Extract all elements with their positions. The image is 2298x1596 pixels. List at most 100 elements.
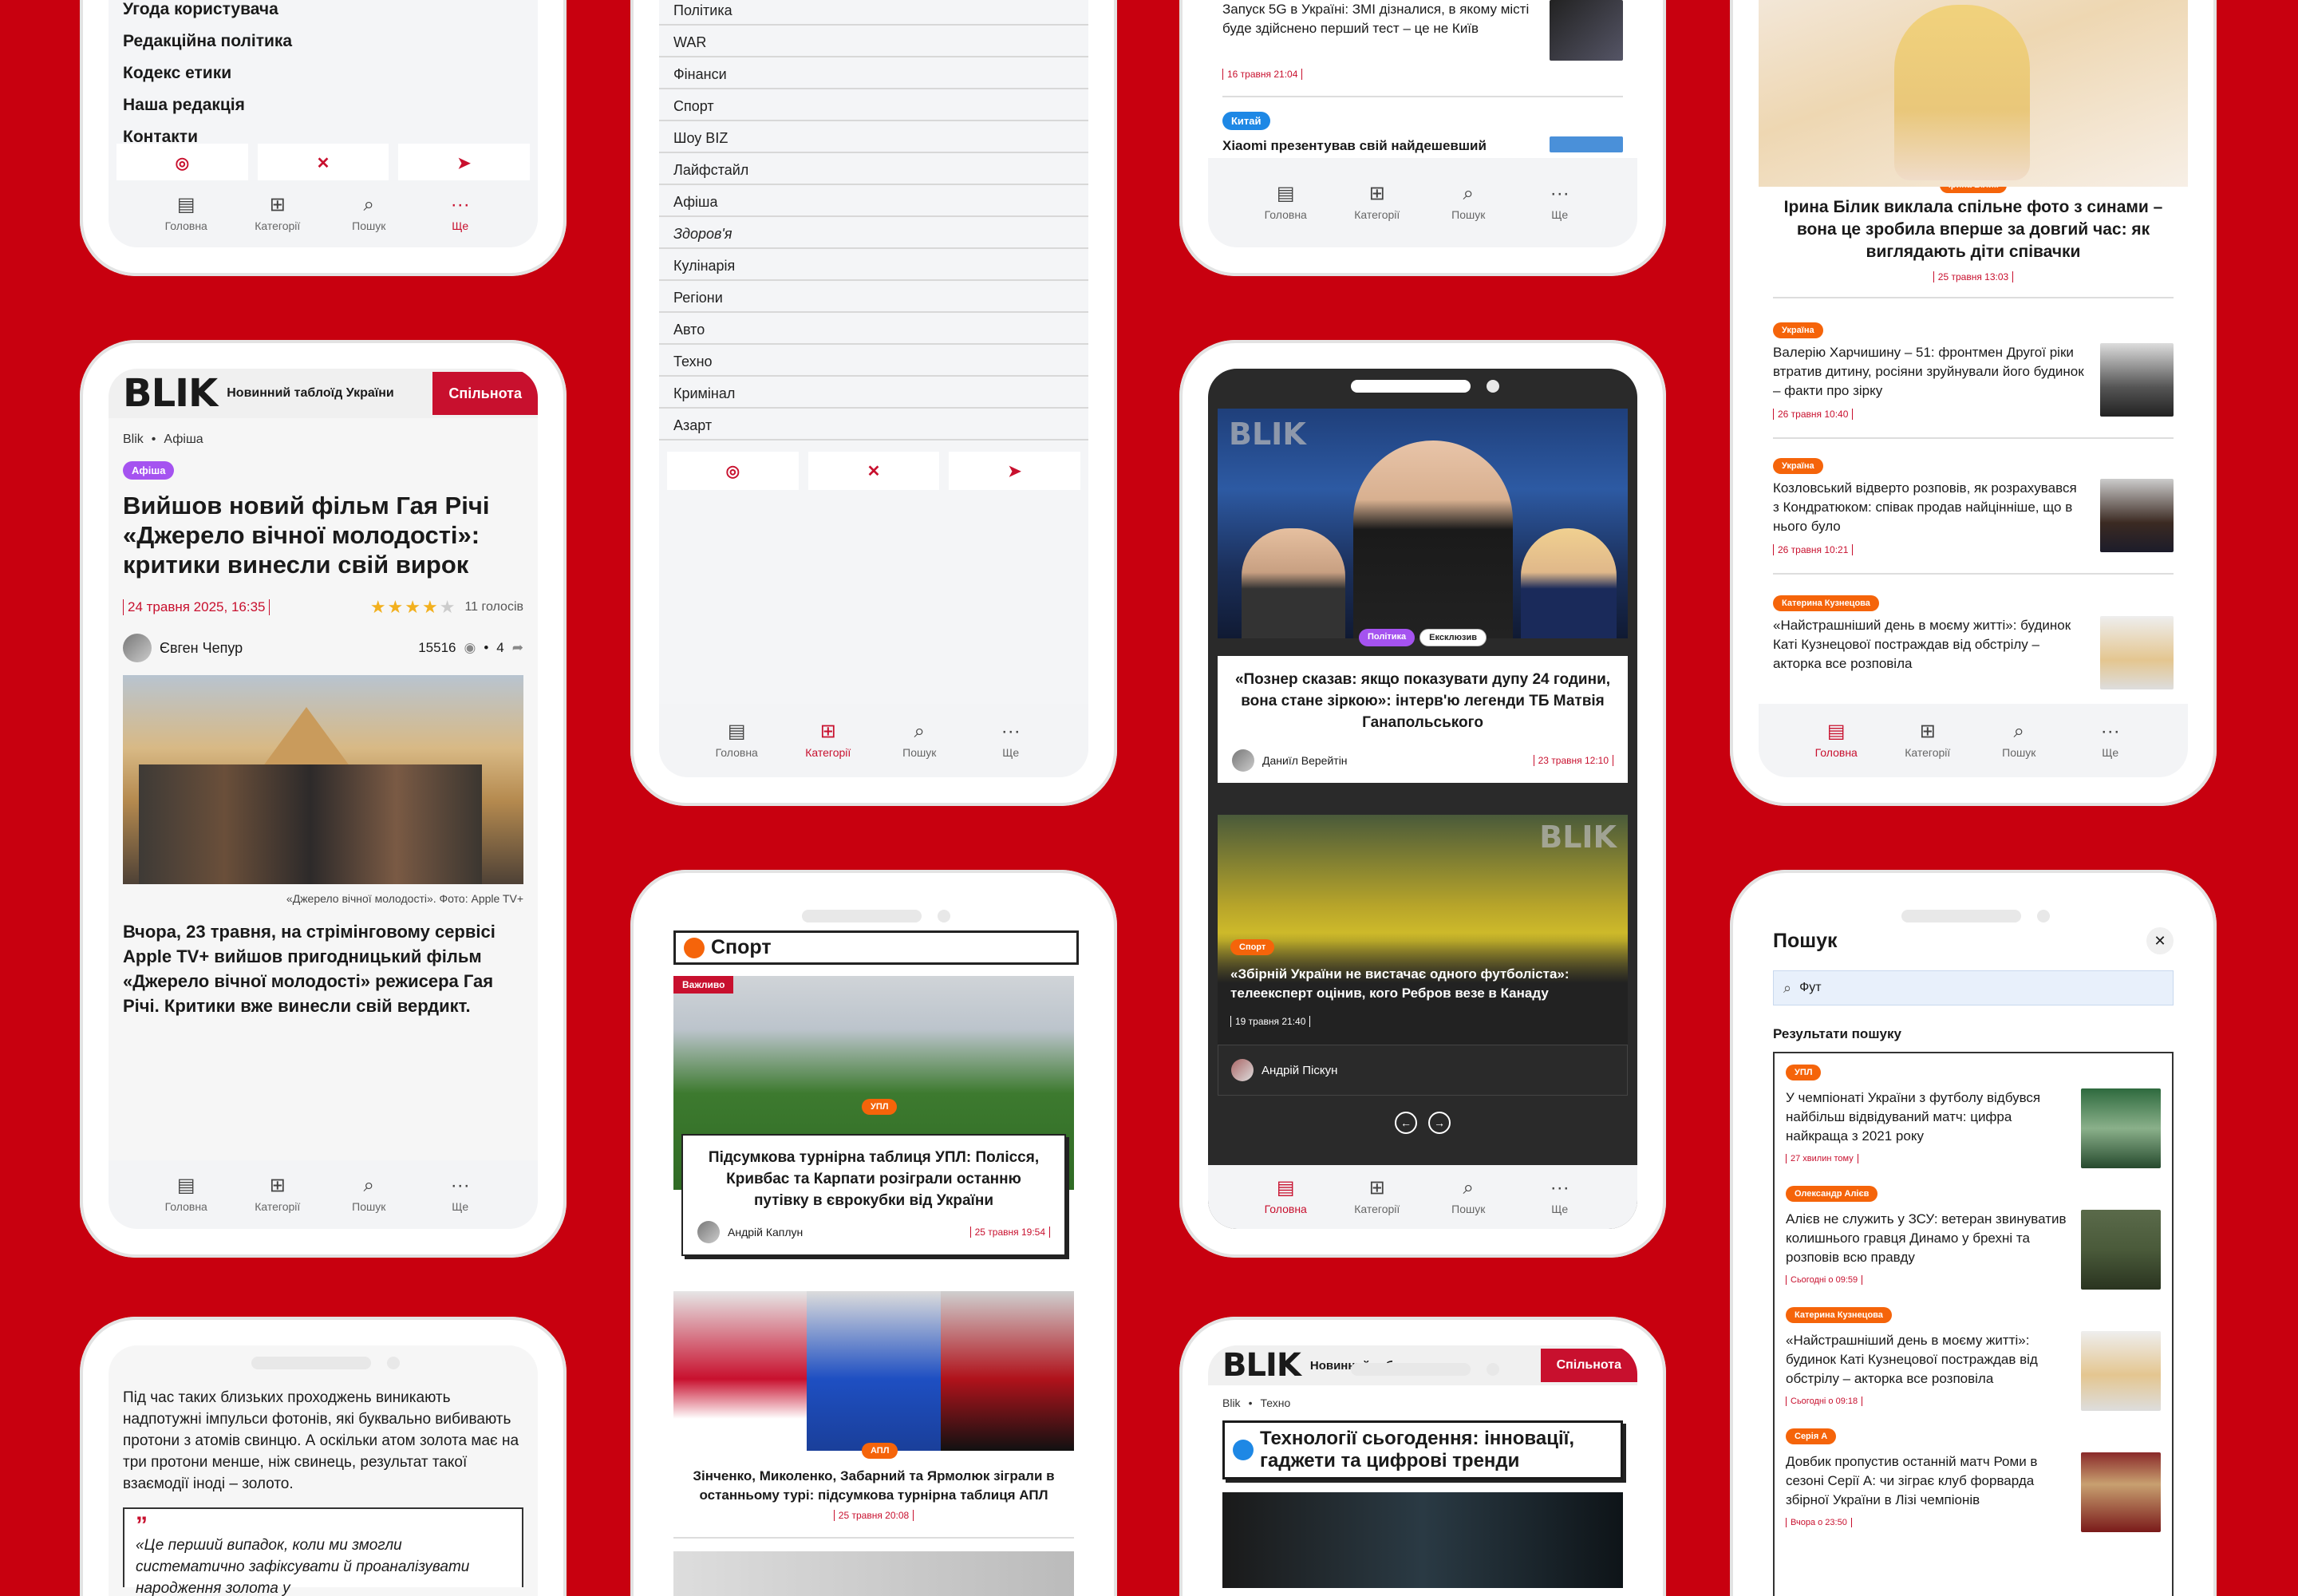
instagram-icon[interactable]: ◎ <box>116 144 248 182</box>
category-item[interactable]: Лайфстайл <box>659 153 1088 185</box>
tab-search[interactable]: ⌕ Пошук <box>1432 184 1504 222</box>
breadcrumb-section[interactable]: Афіша <box>164 433 203 446</box>
tab-more[interactable]: ··· Ще <box>1524 184 1596 222</box>
x-icon[interactable]: ✕ <box>807 452 940 490</box>
featured-card[interactable]: «Познер сказав: якщо показувати дупу 24 … <box>1218 656 1628 783</box>
tab-home[interactable]: ▤ Головна <box>701 722 772 760</box>
x-icon[interactable]: ✕ <box>257 144 389 182</box>
tab-search[interactable]: ⌕ Пошук <box>333 196 405 233</box>
telegram-icon[interactable]: ➤ <box>398 144 531 182</box>
tab-home[interactable]: ▤ Головна <box>1250 1179 1321 1216</box>
arrow-left-icon[interactable]: ← <box>1395 1112 1417 1134</box>
search-input[interactable]: ⌕ Фут <box>1773 970 2174 1005</box>
category-item[interactable]: Політика <box>659 0 1088 26</box>
tag-badge[interactable]: Катерина Кузнецова <box>1786 1307 1892 1323</box>
breadcrumb-section[interactable]: Техно <box>1260 1396 1290 1409</box>
list-item[interactable]: Xiaomi презентував свій найдешевший <box>1208 136 1637 155</box>
tab-search[interactable]: ⌕ Пошук <box>1983 722 2055 760</box>
tab-home[interactable]: ▤ Головна <box>1250 184 1321 222</box>
tab-categories[interactable]: ⊞ Категорії <box>1341 1179 1413 1216</box>
tab-search[interactable]: ⌕ Пошук <box>883 722 955 760</box>
breadcrumb-home[interactable]: Blik <box>1222 1396 1241 1409</box>
news-title[interactable]: Запуск 5G в Україні: ЗМІ дізналися, в як… <box>1222 0 1535 38</box>
tab-search[interactable]: ⌕ Пошук <box>333 1176 405 1214</box>
tab-more[interactable]: ··· Ще <box>2075 722 2146 760</box>
category-item[interactable]: Шоу BIZ <box>659 121 1088 153</box>
arrow-right-icon[interactable]: → <box>1428 1112 1451 1134</box>
star-rating-icon[interactable]: ★★★★★ <box>370 597 457 618</box>
tag-badge[interactable]: Україна <box>1773 322 1823 338</box>
tab-categories[interactable]: ⊞ Категорії <box>242 196 314 233</box>
breadcrumb-home[interactable]: Blik <box>123 433 144 446</box>
tab-more[interactable]: ··· Ще <box>975 722 1047 760</box>
tab-categories[interactable]: ⊞ Категорії <box>1341 184 1413 222</box>
category-item[interactable]: Регіони <box>659 281 1088 313</box>
tab-categories[interactable]: ⊞ Категорії <box>792 722 864 760</box>
tag-badge[interactable]: Серія А <box>1786 1428 1837 1444</box>
instagram-icon[interactable]: ◎ <box>667 452 799 490</box>
list-item[interactable]: Україна Валерію Харчишину – 51: фронтмен… <box>1759 298 2188 421</box>
result-title[interactable]: Довбик пропустив останній матч Роми в се… <box>1786 1452 2071 1510</box>
category-item[interactable]: Авто <box>659 313 1088 345</box>
news-title[interactable]: Валерію Харчишину – 51: фронтмен Другої … <box>1773 343 2086 401</box>
menu-item-terms[interactable]: Угода користувача <box>109 0 538 26</box>
tag-badge[interactable]: Катерина Кузнецова <box>1773 595 1879 611</box>
telegram-icon[interactable]: ➤ <box>949 452 1081 490</box>
tag-badge[interactable]: УПЛ <box>1786 1065 1822 1080</box>
result-title[interactable]: У чемпіонаті України з футболу відбувся … <box>1786 1088 2071 1146</box>
list-item[interactable]: Україна Козловський відверто розповів, я… <box>1759 439 2188 557</box>
result-title[interactable]: Алієв не служить у ЗСУ: ветеран звинуват… <box>1786 1210 2071 1267</box>
close-icon[interactable]: ✕ <box>2146 927 2174 954</box>
category-item[interactable]: Фінанси <box>659 57 1088 89</box>
list-item[interactable]: Олександр Алієв Алієв не служить у ЗСУ: … <box>1775 1168 2172 1290</box>
list-item[interactable]: Запуск 5G в Україні: ЗМІ дізналися, в як… <box>1208 0 1637 61</box>
news-title[interactable]: Зінченко, Миколенко, Забарний та Ярмолюк… <box>659 1451 1088 1508</box>
author[interactable]: Андрій Каплун <box>697 1221 803 1243</box>
tag-badge[interactable]: Ексклюзив <box>1419 629 1487 646</box>
tab-more[interactable]: ··· Ще <box>424 1176 496 1214</box>
tag-badge[interactable]: Китай <box>1222 112 1270 130</box>
tag-badge[interactable]: Олександр Алієв <box>1786 1186 1878 1202</box>
featured-card[interactable]: Підсумкова турнірна таблиця УПЛ: Полісся… <box>681 1134 1066 1256</box>
category-item[interactable]: Спорт <box>659 89 1088 121</box>
tag-badge[interactable]: Політика <box>1358 629 1416 646</box>
rating[interactable]: ★★★★★ 11 голосів <box>370 597 523 618</box>
sport-title[interactable]: «Збірній України не вистачає одного футб… <box>1230 965 1615 1003</box>
category-item[interactable]: WAR <box>659 26 1088 57</box>
site-logo[interactable]: BLIK <box>123 371 218 416</box>
community-button[interactable]: Спільнота <box>1540 1349 1637 1382</box>
news-title[interactable]: Козловський відверто розповів, як розрах… <box>1773 479 2086 536</box>
category-item[interactable]: Кулінарія <box>659 249 1088 281</box>
result-title[interactable]: «Найстрашніший день в моєму житті»: буди… <box>1786 1331 2071 1389</box>
menu-item-editorial-policy[interactable]: Редакційна політика <box>109 26 538 57</box>
hero-title[interactable]: Ірина Білик виклала спільне фото з синам… <box>1759 193 2188 267</box>
tag-badge[interactable]: Афіша <box>123 461 175 480</box>
tag-badge[interactable]: УПЛ <box>862 1099 898 1115</box>
tab-home[interactable]: ▤ Головна <box>150 196 222 233</box>
sport-card[interactable]: BLIK Спорт «Збірній України не вистачає … <box>1218 815 1628 1045</box>
list-item[interactable]: Серія А Довбик пропустив останній матч Р… <box>1775 1411 2172 1532</box>
category-item[interactable]: Азарт <box>659 409 1088 440</box>
tab-categories[interactable]: ⊞ Категорії <box>1892 722 1964 760</box>
share-icon[interactable]: ➦ <box>512 640 523 656</box>
category-item[interactable]: Здоров'я <box>659 217 1088 249</box>
author[interactable]: Даниїл Верейтін <box>1232 749 1348 772</box>
news-title[interactable]: «Найстрашніший день в моєму житті»: буди… <box>1773 616 2086 674</box>
site-logo[interactable]: BLIK <box>1222 1347 1301 1384</box>
category-item[interactable]: Техно <box>659 345 1088 377</box>
menu-item-our-team[interactable]: Наша редакція <box>109 89 538 121</box>
category-item[interactable]: Кримінал <box>659 377 1088 409</box>
list-item[interactable]: Катерина Кузнецова «Найстрашніший день в… <box>1759 575 2188 689</box>
tab-more[interactable]: ··· Ще <box>424 196 496 233</box>
list-item[interactable]: Катерина Кузнецова «Найстрашніший день в… <box>1775 1290 2172 1411</box>
tag-badge[interactable]: Україна <box>1773 458 1823 474</box>
tab-home[interactable]: ▤ Головна <box>150 1176 222 1214</box>
tag-badge[interactable]: АПЛ <box>862 1443 898 1459</box>
community-button[interactable]: Спільнота <box>432 372 538 415</box>
featured-title[interactable]: Підсумкова турнірна таблиця УПЛ: Полісся… <box>697 1147 1050 1211</box>
menu-item-ethics[interactable]: Кодекс етики <box>109 57 538 89</box>
author[interactable]: Євген Чепур <box>123 634 243 662</box>
list-item[interactable]: УПЛ У чемпіонаті України з футболу відбу… <box>1775 1053 2172 1168</box>
tab-home[interactable]: ▤ Головна <box>1800 722 1872 760</box>
tab-categories[interactable]: ⊞ Категорії <box>242 1176 314 1214</box>
